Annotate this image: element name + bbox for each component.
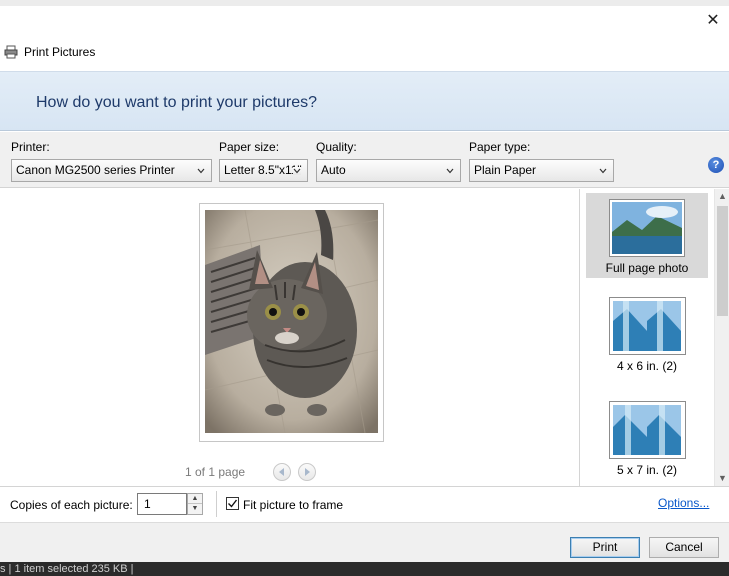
fit-picture-label[interactable]: Fit picture to frame	[243, 498, 343, 512]
printer-icon	[4, 45, 18, 59]
divider	[216, 491, 217, 517]
copies-stepper[interactable]: ▲ ▼	[187, 493, 203, 515]
checkmark-icon	[228, 499, 238, 508]
scroll-down-icon[interactable]: ▼	[715, 471, 729, 486]
close-button[interactable]: ✕	[703, 12, 723, 32]
layout-label: 5 x 7 in. (2)	[616, 463, 678, 477]
options-link[interactable]: Options...	[658, 496, 709, 510]
layout-4x6[interactable]: 4 x 6 in. (2)	[586, 297, 708, 387]
paper-size-select[interactable]: Letter 8.5"x11"	[219, 159, 308, 182]
copies-input[interactable]: 1	[137, 493, 187, 515]
landscape-thumbnail-icon	[612, 202, 682, 254]
portrait-thumbnail-icon	[612, 301, 647, 351]
chevron-down-icon	[197, 168, 205, 174]
fit-picture-checkbox[interactable]	[226, 497, 239, 510]
layout-list: Full page photo 4 x 6 in. (2) 5 x 7 in. …	[579, 189, 729, 486]
paper-type-value: Plain Paper	[474, 163, 537, 177]
paper-type-label: Paper type:	[469, 140, 531, 154]
layout-label: Full page photo	[605, 261, 689, 275]
close-icon: ✕	[706, 12, 720, 29]
print-settings-bar: Copies of each picture: 1 ▲ ▼ Fit pictur…	[0, 486, 729, 522]
chevron-down-icon	[446, 168, 454, 174]
print-preview-area: 1 of 1 page	[0, 189, 579, 486]
stepper-up-icon[interactable]: ▲	[188, 494, 202, 504]
layout-thumbnail	[608, 401, 686, 459]
stepper-down-icon[interactable]: ▼	[188, 504, 202, 514]
cat-photo-preview	[205, 210, 378, 433]
arrow-left-icon	[279, 468, 284, 476]
dialog-heading: How do you want to print your pictures?	[36, 94, 318, 111]
background-status-bar: s | 1 item selected 235 KB |	[0, 562, 729, 576]
print-options-bar: Printer: Canon MG2500 series Printer Pap…	[0, 132, 729, 188]
scroll-up-icon[interactable]: ▲	[715, 189, 729, 204]
layout-full-page-photo[interactable]: Full page photo	[586, 193, 708, 278]
arrow-right-icon	[305, 468, 310, 476]
portrait-thumbnail-icon	[612, 405, 647, 455]
portrait-thumbnail-icon	[647, 301, 682, 351]
print-pictures-dialog: ✕ Print Pictures How do you want to prin…	[0, 6, 729, 568]
portrait-thumbnail-icon	[647, 405, 682, 455]
print-button[interactable]: Print	[570, 537, 640, 558]
header-banner: How do you want to print your pictures?	[0, 71, 729, 131]
chevron-down-icon	[599, 168, 607, 174]
layout-scrollbar[interactable]: ▲ ▼	[714, 189, 729, 486]
layout-thumbnail	[608, 297, 686, 355]
title-bar: Print Pictures	[4, 44, 95, 60]
layout-thumbnail	[609, 199, 685, 257]
printer-select[interactable]: Canon MG2500 series Printer	[11, 159, 212, 182]
paper-size-label: Paper size:	[219, 140, 280, 154]
printer-label: Printer:	[11, 140, 50, 154]
cancel-button[interactable]: Cancel	[649, 537, 719, 558]
page-count: 1 of 1 page	[185, 465, 246, 479]
copies-label: Copies of each picture:	[10, 498, 133, 512]
scroll-thumb[interactable]	[717, 206, 728, 316]
dialog-title: Print Pictures	[24, 45, 96, 59]
next-page-button[interactable]	[298, 463, 316, 481]
printer-value: Canon MG2500 series Printer	[16, 163, 175, 177]
chevron-down-icon	[293, 167, 301, 175]
paper-type-select[interactable]: Plain Paper	[469, 159, 614, 182]
previous-page-button[interactable]	[273, 463, 291, 481]
preview-page	[199, 203, 384, 442]
layout-label: 4 x 6 in. (2)	[616, 359, 678, 373]
copies-value: 1	[144, 497, 151, 511]
quality-label: Quality:	[316, 140, 357, 154]
layout-5x7[interactable]: 5 x 7 in. (2)	[586, 401, 708, 486]
help-icon: ?	[712, 159, 720, 171]
paper-size-value: Letter 8.5"x11"	[224, 163, 302, 177]
quality-select[interactable]: Auto	[316, 159, 461, 182]
help-button[interactable]: ?	[708, 157, 724, 173]
quality-value: Auto	[321, 163, 346, 177]
